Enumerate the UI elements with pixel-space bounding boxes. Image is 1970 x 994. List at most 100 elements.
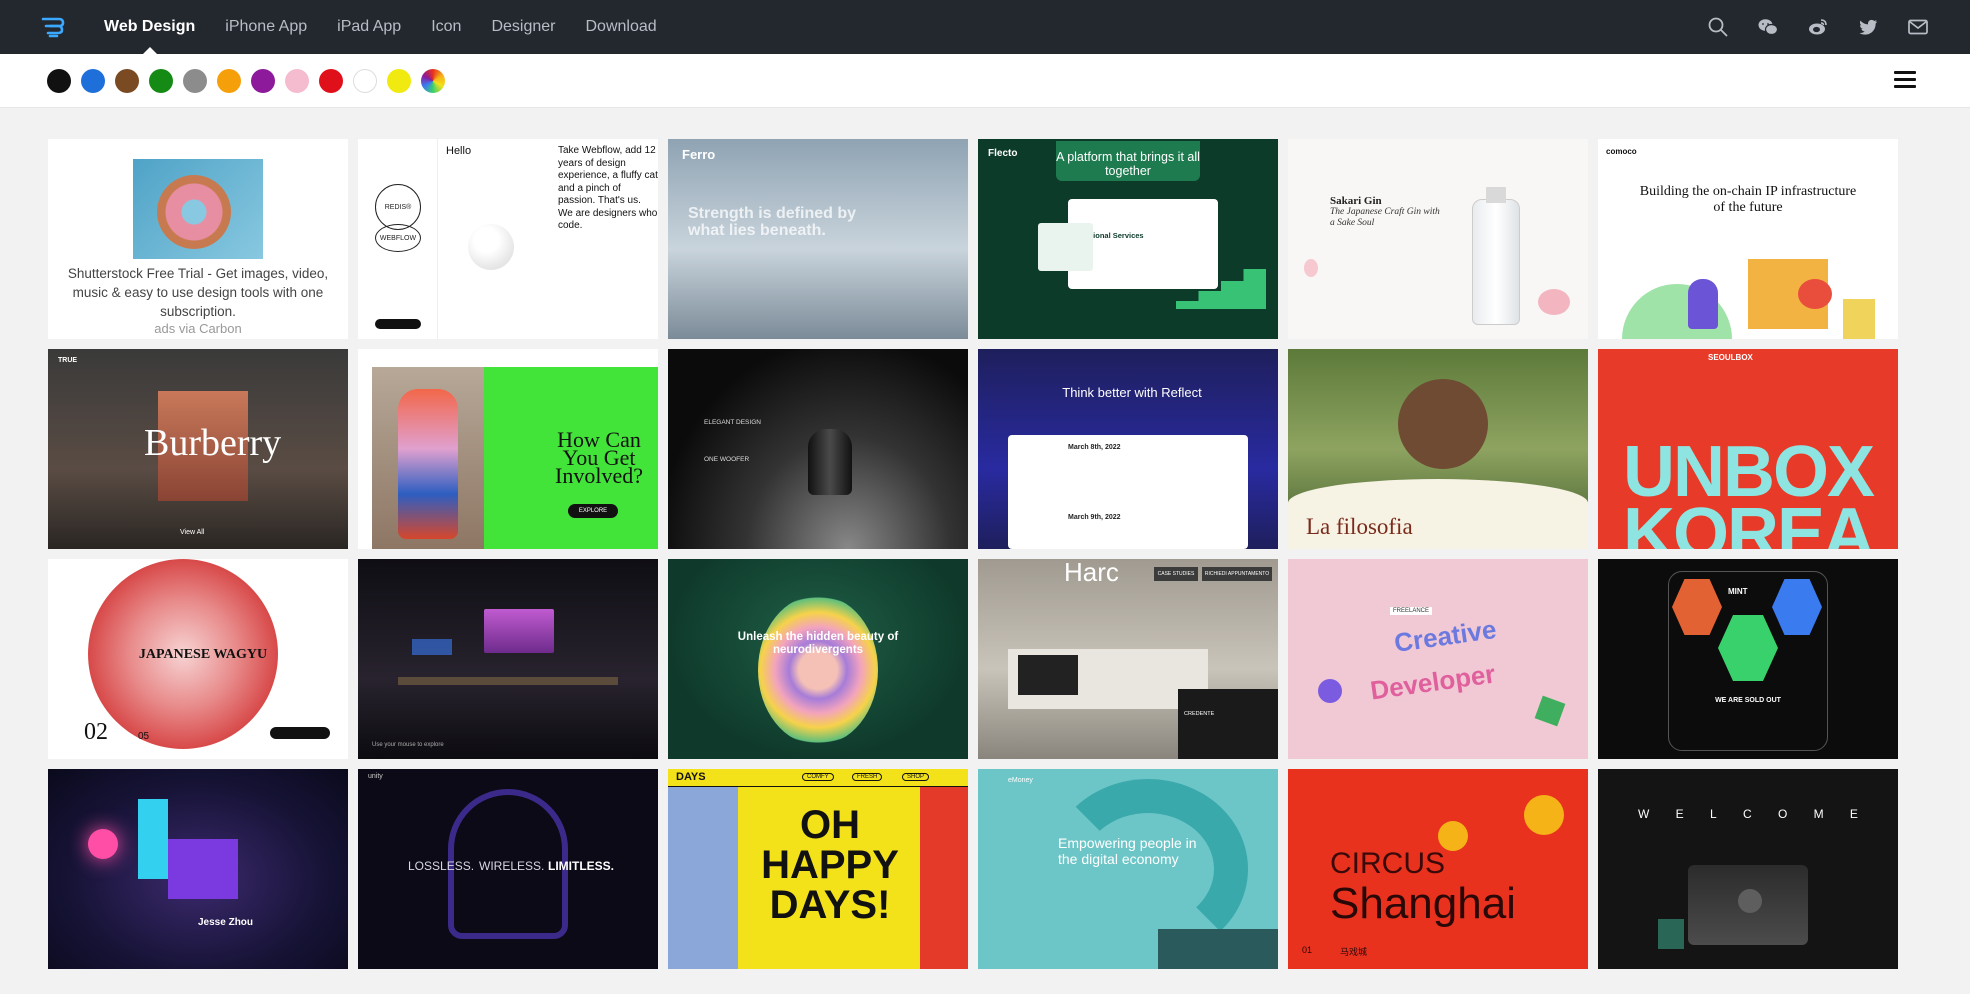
mint-tag: MINT (1728, 587, 1748, 596)
shanghai-word: Shanghai (1330, 879, 1516, 928)
neuro-headline: Unleash the hidden beauty of neurodiverg… (737, 631, 899, 656)
emoney-headline: Empowering people in the digital economy (1058, 835, 1197, 867)
hamburger-menu-icon[interactable] (1894, 71, 1916, 91)
freelance-tag: FREELANCE (1390, 607, 1433, 615)
wagyu-slide-number: 02 (84, 719, 108, 745)
twitter-icon[interactable] (1856, 15, 1880, 39)
milk-splash (468, 224, 514, 270)
design-card-days[interactable]: DAYS OH HAPPY DAYS! COMFY FRESH SHOP (668, 769, 968, 969)
design-card-creative[interactable]: Creative Developer FREELANCE (1288, 559, 1588, 759)
search-icon[interactable] (1706, 15, 1730, 39)
design-card-ferro[interactable]: Ferro Strength is defined by what lies b… (668, 139, 968, 339)
design-card-elegant[interactable]: ELEGANT DESIGN ONE WOOFER (668, 349, 968, 549)
emoney-logo: eMoney (1008, 777, 1033, 784)
reflect-date-2: March 9th, 2022 (1068, 514, 1121, 521)
design-card-sakari[interactable]: Sakari Gin The Japanese Craft Gin with a… (1288, 139, 1588, 339)
filosofia-headline: La filosofia (1306, 514, 1413, 539)
mail-icon[interactable] (1906, 15, 1930, 39)
color-swatch-10[interactable] (387, 69, 411, 93)
color-swatch-2[interactable] (115, 69, 139, 93)
comoco-logo: comoco (1606, 147, 1637, 156)
color-swatch-9[interactable] (353, 69, 377, 93)
nav-iphone-app[interactable]: iPhone App (225, 0, 307, 54)
nav-ipad-app[interactable]: iPad App (337, 0, 401, 54)
desk-hint: Use your mouse to explore (372, 742, 444, 748)
webflow-badge: WEBFLOW (375, 224, 421, 252)
top-navigation-bar: Web Design iPhone App iPad App Icon Desi… (0, 0, 1970, 54)
design-card-unity[interactable]: unity LOSSLESS. WIRELESS. LIMITLESS. (358, 769, 658, 969)
welcome-letter: M (1813, 807, 1824, 821)
explore-button: EXPLORE (568, 504, 618, 518)
design-grid: Shutterstock Free Trial - Get images, vi… (48, 139, 1898, 969)
days-happy: HAPPY (761, 843, 899, 887)
color-filter-bar (0, 54, 1970, 108)
color-swatch-8[interactable] (319, 69, 343, 93)
welcome-letter: O (1777, 807, 1788, 821)
harc-logo: Harc (1064, 559, 1119, 587)
design-card-welcome[interactable]: WELCOME (1598, 769, 1898, 969)
design-card-reflect[interactable]: Think better with Reflect March 8th, 202… (978, 349, 1278, 549)
welcome-letter: E (1675, 807, 1684, 821)
nav-designer[interactable]: Designer (491, 0, 555, 54)
carbon-ad-card[interactable]: Shutterstock Free Trial - Get images, vi… (48, 139, 348, 339)
view-all-link: View All (180, 529, 205, 536)
design-card-wagyu[interactable]: JAPANESE WAGYU 02 05 (48, 559, 348, 759)
design-card-emoney[interactable]: eMoney Empowering people in the digital … (978, 769, 1278, 969)
flecto-logo: Flecto (988, 148, 1018, 159)
color-swatch-7[interactable] (285, 69, 309, 93)
design-card-how-can[interactable]: How Can You Get Involved? EXPLORE (358, 349, 658, 549)
design-card-comoco[interactable]: comoco Building the on-chain IP infrastr… (1598, 139, 1898, 339)
color-swatch-0[interactable] (47, 69, 71, 93)
welcome-letter: L (1709, 807, 1717, 821)
cta-pill (375, 319, 421, 329)
color-swatch-5[interactable] (217, 69, 241, 93)
circus-word: CIRCUS (1330, 847, 1446, 880)
color-swatch-1[interactable] (81, 69, 105, 93)
sold-out-text: WE ARE SOLD OUT (1715, 697, 1781, 704)
design-card-desk[interactable]: Use your mouse to explore (358, 559, 658, 759)
color-swatch-4[interactable] (183, 69, 207, 93)
appointment-button: RICHIEDI APPUNTAMENTO (1202, 567, 1272, 581)
color-swatch-3[interactable] (149, 69, 173, 93)
woofer-label: ONE WOOFER (704, 456, 750, 463)
unity-limitless: LIMITLESS. (548, 859, 614, 873)
site-logo-icon[interactable] (40, 14, 66, 40)
main-nav: Web Design iPhone App iPad App Icon Desi… (104, 0, 687, 54)
weibo-icon[interactable] (1806, 15, 1830, 39)
nav-icon-group (1680, 0, 1930, 54)
color-swatch-list (47, 69, 455, 93)
how-can-headline: How Can You Get Involved? (555, 427, 643, 488)
design-card-flecto[interactable]: Flecto A platform that brings it all tog… (978, 139, 1278, 339)
design-card-burberry[interactable]: TRUE Burberry View All (48, 349, 348, 549)
reflect-headline: Think better with Reflect (1062, 385, 1202, 400)
design-card-unbox[interactable]: SEOULBOX UNBOX KOREA (1598, 349, 1898, 549)
elegant-label: ELEGANT DESIGN (704, 419, 761, 426)
color-swatch-11[interactable] (421, 69, 445, 93)
days-tag-comfy: COMFY (802, 773, 834, 781)
ferro-headline: Strength is defined by what lies beneath… (688, 205, 857, 239)
developer-word: Developer (1368, 658, 1498, 706)
ad-image[interactable] (133, 159, 263, 259)
welcome-letter: E (1849, 807, 1858, 821)
unity-wireless: WIRELESS. (479, 859, 545, 873)
nav-icon[interactable]: Icon (431, 0, 461, 54)
design-card-jesse[interactable]: Jesse Zhou (48, 769, 348, 969)
design-card-filosofia[interactable]: La filosofia (1288, 349, 1588, 549)
design-card-hello[interactable]: REDIS® WEBFLOW Hello Take Webflow, add 1… (358, 139, 658, 339)
design-card-neuro[interactable]: Unleash the hidden beauty of neurodiverg… (668, 559, 968, 759)
wechat-icon[interactable] (1756, 15, 1780, 39)
design-card-harc[interactable]: Harc CASE STUDIES RICHIEDI APPUNTAMENTO … (978, 559, 1278, 759)
ad-text[interactable]: Shutterstock Free Trial - Get images, vi… (58, 264, 338, 321)
nav-download[interactable]: Download (585, 0, 656, 54)
circus-sub: 马戏城 (1340, 947, 1368, 957)
wagyu-cta-pill (270, 727, 330, 739)
design-card-mint[interactable]: MINT WE ARE SOLD OUT (1598, 559, 1898, 759)
burberry-word: Burberry (144, 422, 282, 464)
hello-text: Hello (446, 145, 472, 157)
hello-body: Take Webflow, add 12 years of design exp… (558, 145, 658, 231)
nav-web-design[interactable]: Web Design (104, 0, 195, 54)
design-card-circus[interactable]: CIRCUS Shanghai 01 马戏城 (1288, 769, 1588, 969)
ad-via-link[interactable]: ads via Carbon (48, 321, 348, 336)
color-swatch-6[interactable] (251, 69, 275, 93)
circus-slide-number: 01 (1302, 945, 1313, 955)
